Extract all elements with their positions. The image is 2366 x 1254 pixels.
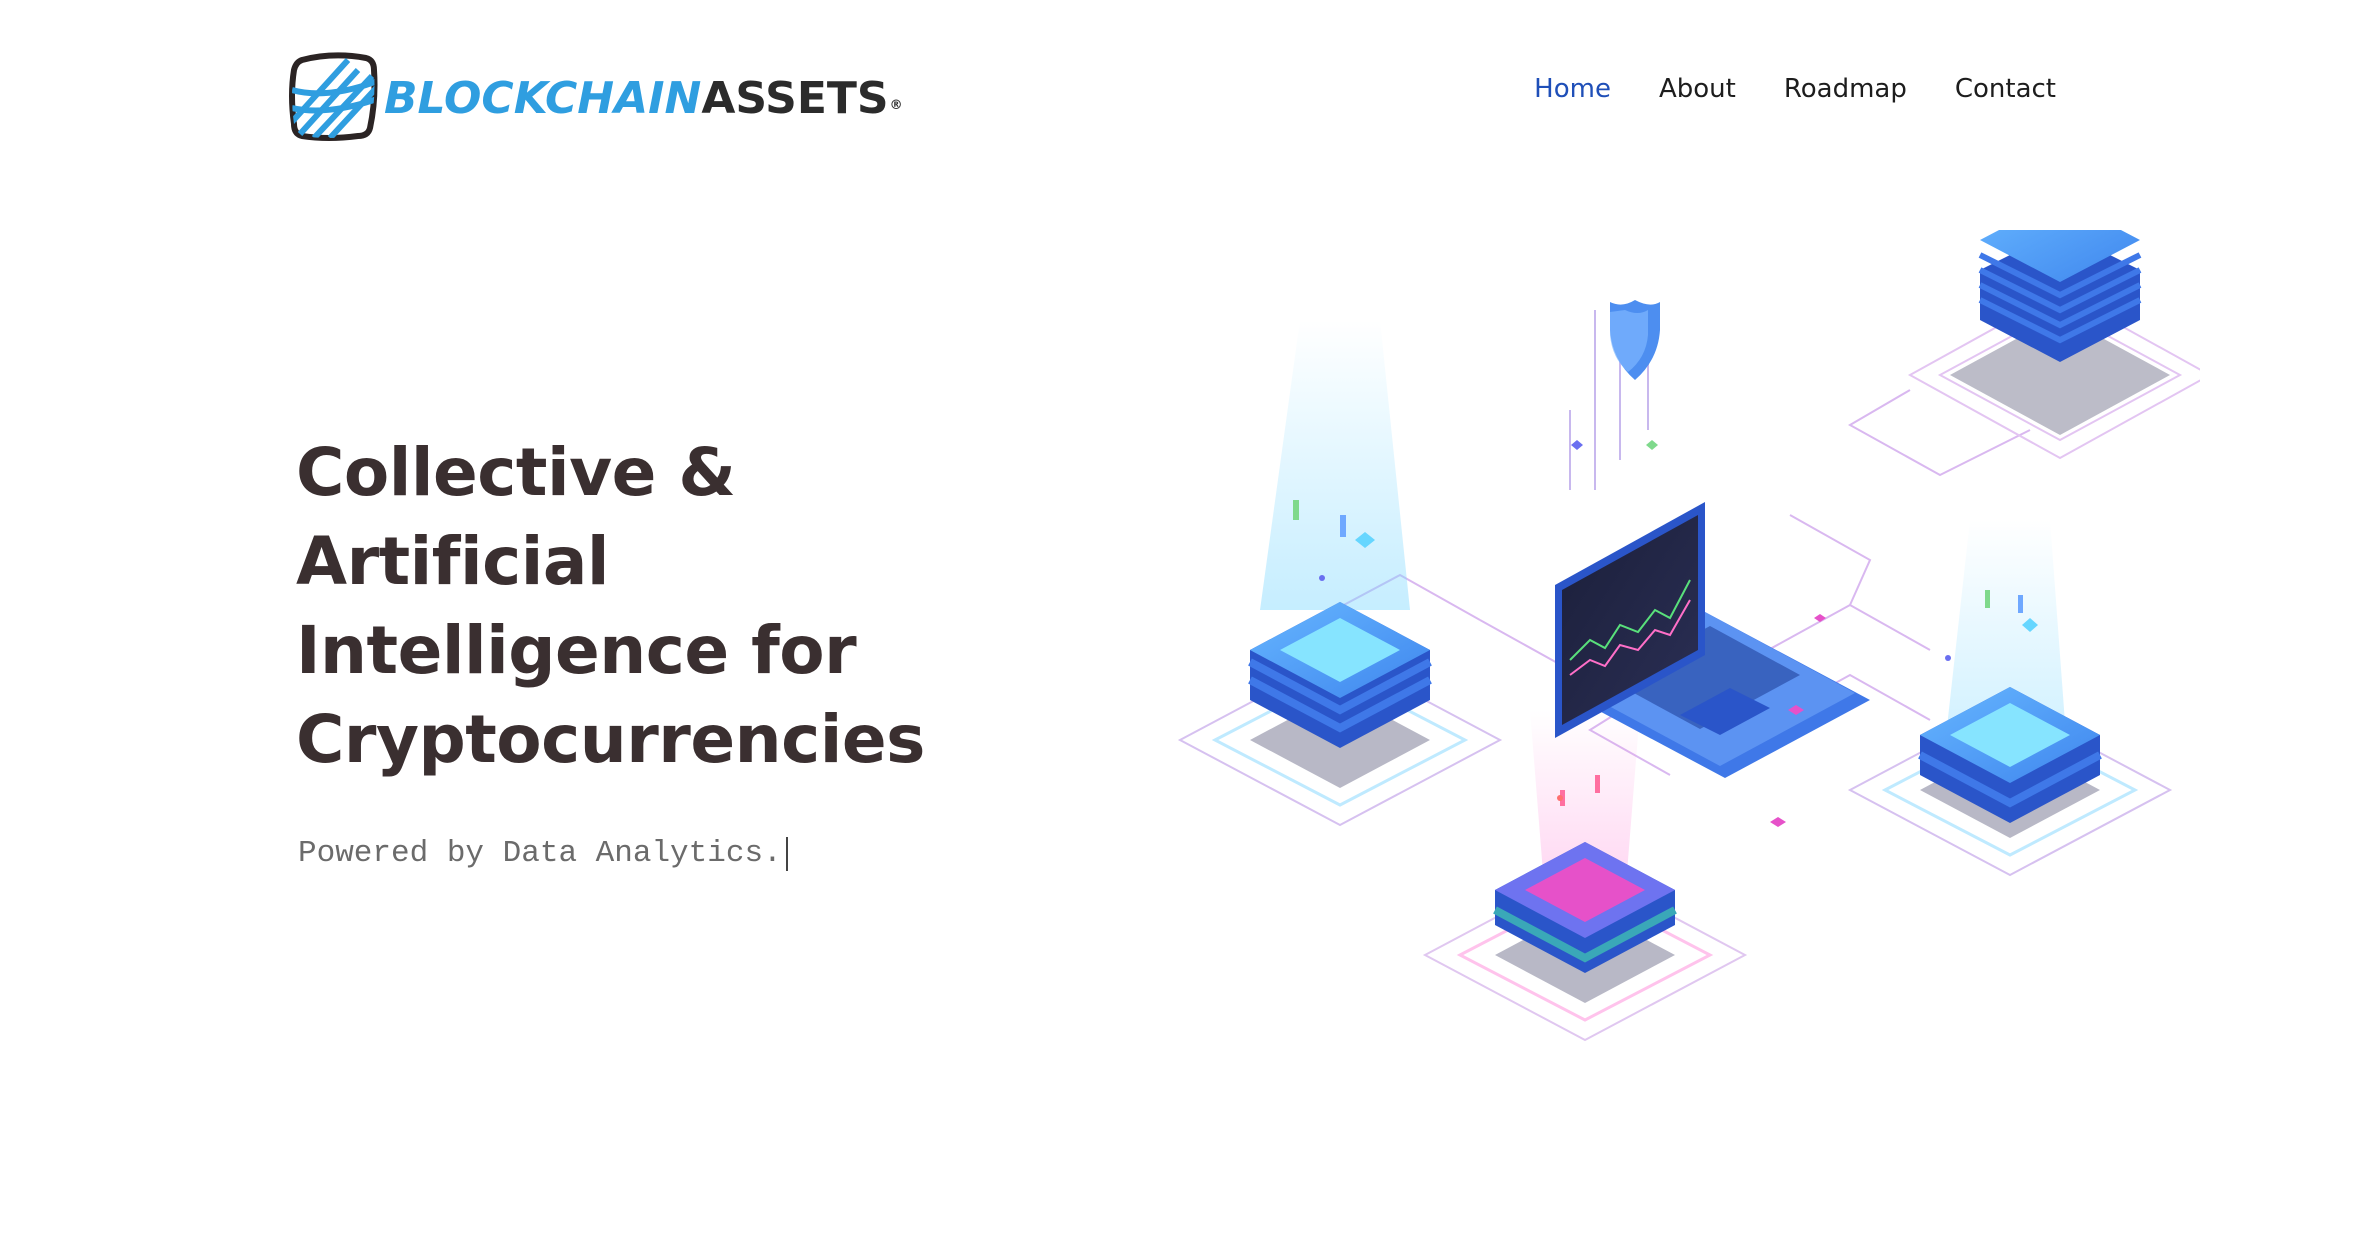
logo-icon (289, 52, 378, 141)
hero-title-line: Cryptocurrencies (296, 701, 925, 778)
data-block-icon (1177, 320, 1503, 827)
hero-subtitle-text: Powered by Data Analytics. (298, 836, 782, 871)
nav-about[interactable]: About (1659, 74, 1736, 105)
data-block-icon (1847, 520, 2173, 877)
hero-subtitle: Powered by Data Analytics. (298, 836, 788, 871)
nav-contact[interactable]: Contact (1955, 74, 2056, 105)
brand-logo[interactable]: BLOCKCHAIN ASSETS ® (288, 50, 903, 142)
hero-title-line: Intelligence for (296, 612, 857, 689)
logo-text-assets: ASSETS (701, 73, 889, 124)
logo-wordmark: BLOCKCHAIN ASSETS ® (384, 73, 903, 124)
nav-home[interactable]: Home (1534, 74, 1611, 105)
hero-title-line: Artificial (296, 523, 610, 600)
logo-text-blockchain: BLOCKCHAIN (384, 73, 702, 124)
hero-title-line: Collective & (296, 434, 736, 511)
site-header: BLOCKCHAIN ASSETS ® Home About Roadmap C… (0, 0, 2366, 190)
hero-title: Collective & Artificial Intelligence for… (296, 428, 936, 784)
typing-cursor (785, 836, 788, 871)
nav-roadmap[interactable]: Roadmap (1784, 74, 1907, 105)
shield-icon (1569, 300, 1660, 490)
server-stack-icon (1907, 230, 2200, 460)
blockchain-illustration (1177, 230, 2200, 1042)
registered-mark: ® (889, 98, 903, 113)
main-nav: Home About Roadmap Contact (1534, 74, 2056, 105)
